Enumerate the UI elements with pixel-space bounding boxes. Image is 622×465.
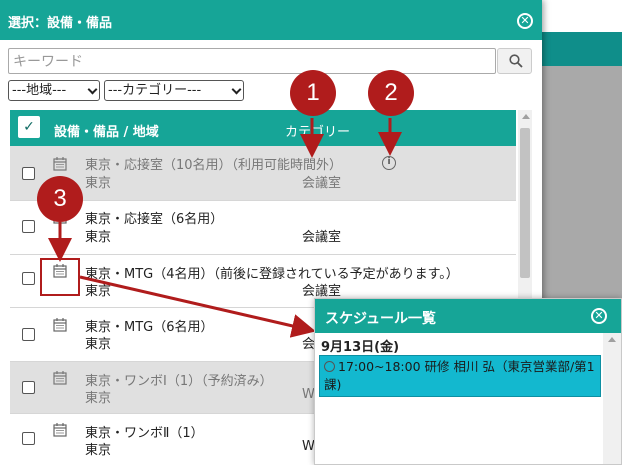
close-icon[interactable]: ✕ [591,308,607,324]
schedule-event[interactable]: 17:00~18:00 研修 相川 弘（東京営業部/第1 課) [319,355,601,397]
calendar-highlight-box [40,258,80,296]
schedule-popup: スケジュール一覧 ✕ 9月13日(金) 17:00~18:00 研修 相川 弘（… [314,298,622,465]
clock-icon [324,361,335,372]
popup-header: スケジュール一覧 ✕ [315,299,621,333]
arrow-to-popup [79,275,316,338]
schedule-date: 9月13日(金) [321,340,400,355]
scroll-up-icon[interactable] [608,337,616,342]
marker-2: 2 [368,70,414,116]
popup-scrollbar[interactable] [603,333,621,464]
popup-title: スケジュール一覧 [325,311,437,327]
event-text-line2: 課) [324,377,342,392]
event-text-line1: 17:00~18:00 研修 相川 弘（東京営業部/第1 [338,359,595,374]
marker-1: 1 [290,70,336,116]
marker-3: 3 [37,176,83,222]
